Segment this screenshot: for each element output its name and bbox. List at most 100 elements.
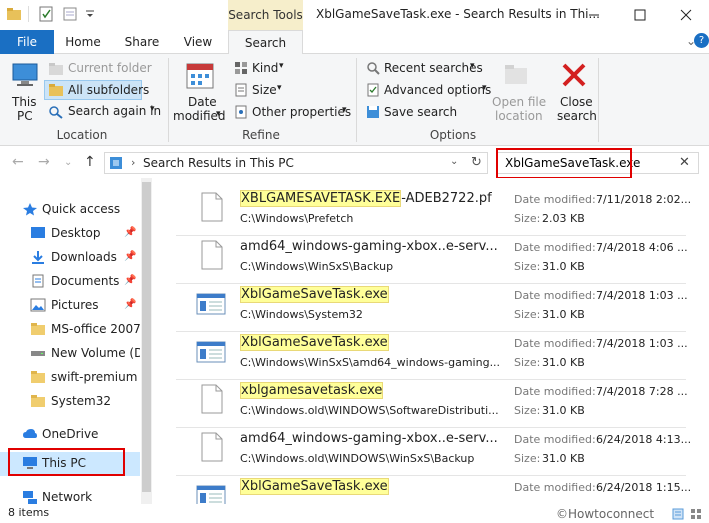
- result-path: C:\Windows\Prefetch: [240, 212, 354, 225]
- open-file-location-line1[interactable]: Open file: [492, 95, 546, 109]
- watermark: ©Howtoconnect: [556, 507, 655, 521]
- nav-item-ms-office-2007[interactable]: MS-office 2007: [0, 318, 140, 342]
- date-modified-button-line1[interactable]: Date: [188, 95, 217, 109]
- annotation-highlight-this-pc: [8, 448, 125, 476]
- group-label-options: Options: [429, 128, 477, 142]
- close-button[interactable]: [663, 0, 709, 30]
- minimize-button[interactable]: [571, 0, 617, 30]
- result-path: C:\Windows\WinSxS\Backup: [240, 260, 394, 273]
- result-row[interactable]: XblGameSaveTask.exe C:\Windows\WinSxS\amd…: [174, 330, 709, 378]
- breadcrumb-separator-icon: ›: [131, 156, 136, 169]
- result-name-rest: -ADEB2722.pf: [401, 191, 492, 206]
- size-value: 31.0 KB: [542, 308, 585, 321]
- nav-scrollbar-thumb[interactable]: [142, 182, 151, 492]
- large-icons-view-icon[interactable]: [690, 508, 702, 520]
- save-search-button[interactable]: Save search: [384, 105, 457, 119]
- pin-icon[interactable]: 📌: [124, 227, 136, 238]
- close-search-button-line1[interactable]: Close: [560, 95, 593, 109]
- maximize-button[interactable]: [617, 0, 663, 30]
- help-icon[interactable]: ?: [694, 33, 709, 48]
- result-row[interactable]: amd64_windows-gaming-xbox..e-serv... C:\W…: [174, 426, 709, 474]
- result-name: XBLGAMESAVETASK.EXE-ADEB2722.pf: [240, 190, 492, 207]
- date-modified-value: 7/4/2018 1:03 ...: [596, 289, 688, 302]
- chevron-down-icon: ▾: [279, 61, 284, 71]
- date-modified-label: Date modified:: [514, 433, 596, 446]
- drive-icon: [31, 351, 45, 356]
- search-match-highlight: XblGameSaveTask.exe: [240, 478, 389, 495]
- search-match-highlight: xblgamesavetask.exe: [240, 382, 384, 399]
- desktop-icon: [31, 227, 45, 238]
- close-search-button-line2[interactable]: search: [557, 109, 597, 123]
- application-icon: [196, 483, 226, 504]
- open-file-location-line2[interactable]: location: [495, 109, 543, 123]
- result-row[interactable]: xblgamesavetask.exe C:\Windows.old\WINDOW…: [174, 378, 709, 426]
- pin-icon[interactable]: 📌: [124, 299, 136, 310]
- customize-toolbar-icon[interactable]: [82, 6, 98, 22]
- date-modified-label: Date modified:: [514, 289, 596, 302]
- kind-button[interactable]: Kind: [252, 61, 278, 75]
- result-row[interactable]: XBLGAMESAVETASK.EXE-ADEB2722.pf C:\Window…: [174, 186, 709, 234]
- clear-search-icon[interactable]: ✕: [679, 155, 690, 170]
- result-path: C:\Windows.old\WINDOWS\WinSxS\Backup: [240, 452, 475, 465]
- search-again-button[interactable]: Search again in: [68, 104, 161, 118]
- nav-item-onedrive[interactable]: OneDrive: [0, 423, 140, 447]
- nav-item-quick-access[interactable]: Quick access: [0, 198, 140, 222]
- tab-file[interactable]: File: [0, 30, 54, 54]
- results-list: XBLGAMESAVETASK.EXE-ADEB2722.pf C:\Window…: [152, 178, 709, 504]
- chevron-down-icon: ▾: [216, 109, 221, 119]
- nav-item-downloads[interactable]: Downloads 📌: [0, 246, 140, 270]
- size-value: 31.0 KB: [542, 452, 585, 465]
- advanced-options-button[interactable]: Advanced options: [384, 83, 491, 97]
- date-modified-label: Date modified:: [514, 337, 596, 350]
- nav-item-new-volume[interactable]: New Volume (D:: [0, 342, 140, 366]
- back-arrow-icon[interactable]: ←: [12, 154, 24, 170]
- tab-search[interactable]: Search: [228, 30, 303, 55]
- document-icon: [200, 240, 224, 273]
- result-path: C:\Windows.old\WINDOWS\SoftwareDistribut…: [240, 404, 499, 417]
- result-row[interactable]: amd64_windows-gaming-xbox..e-serv... C:\W…: [174, 234, 709, 282]
- size-label: Size:: [514, 260, 541, 273]
- refresh-icon[interactable]: ↻: [471, 155, 482, 170]
- search-match-highlight: XblGameSaveTask.exe: [240, 334, 389, 351]
- date-modified-value: 7/4/2018 7:28 ...: [596, 385, 688, 398]
- tab-share[interactable]: Share: [116, 30, 168, 54]
- folder-icon[interactable]: [6, 6, 22, 22]
- address-dropdown-icon[interactable]: ⌄: [450, 156, 458, 167]
- tab-home[interactable]: Home: [58, 30, 108, 54]
- current-folder-button[interactable]: Current folder: [68, 61, 152, 75]
- chevron-down-icon: ▾: [470, 61, 475, 71]
- search-match-highlight: XBLGAMESAVETASK.EXE: [240, 190, 402, 207]
- this-pc-button-line1[interactable]: This: [12, 95, 37, 109]
- date-modified-label: Date modified:: [514, 481, 596, 494]
- document-icon: [200, 384, 224, 417]
- other-properties-button[interactable]: Other properties: [252, 105, 351, 119]
- pin-icon[interactable]: 📌: [124, 275, 136, 286]
- result-row[interactable]: XblGameSaveTask.exe C:\Windows\System32 Da…: [174, 282, 709, 330]
- nav-item-desktop[interactable]: Desktop 📌: [0, 222, 140, 246]
- up-arrow-icon[interactable]: ↑: [84, 154, 96, 170]
- cloud-icon: [23, 429, 37, 438]
- nav-item-swift-premium[interactable]: swift-premium: [0, 366, 140, 390]
- nav-item-system32[interactable]: System32: [0, 390, 140, 414]
- result-name: XblGameSaveTask.exe: [240, 286, 389, 303]
- pictures-icon: [30, 298, 46, 312]
- address-bar[interactable]: › Search Results in This PC ⌄ ↻: [104, 152, 488, 174]
- size-button[interactable]: Size: [252, 83, 277, 97]
- pin-icon[interactable]: 📌: [124, 251, 136, 262]
- new-folder-icon[interactable]: [62, 6, 78, 22]
- recent-searches-button[interactable]: Recent searches: [384, 61, 483, 75]
- tab-view[interactable]: View: [174, 30, 222, 54]
- recent-locations-chevron-icon[interactable]: ⌄: [64, 157, 72, 168]
- document-icon: [200, 192, 224, 225]
- divider: [28, 6, 29, 22]
- details-view-icon[interactable]: [672, 508, 684, 520]
- result-row[interactable]: XblGameSaveTask.exe Date modified: 6/24/20…: [174, 474, 709, 504]
- nav-item-documents[interactable]: Documents 📌: [0, 270, 140, 294]
- forward-arrow-icon[interactable]: →: [38, 154, 50, 170]
- search-match-highlight: XblGameSaveTask.exe: [240, 286, 389, 303]
- this-pc-button-line2[interactable]: PC: [17, 109, 33, 123]
- maximize-icon: [634, 9, 646, 21]
- size-value: 31.0 KB: [542, 404, 585, 417]
- nav-item-pictures[interactable]: Pictures 📌: [0, 294, 140, 318]
- properties-icon[interactable]: [38, 6, 54, 22]
